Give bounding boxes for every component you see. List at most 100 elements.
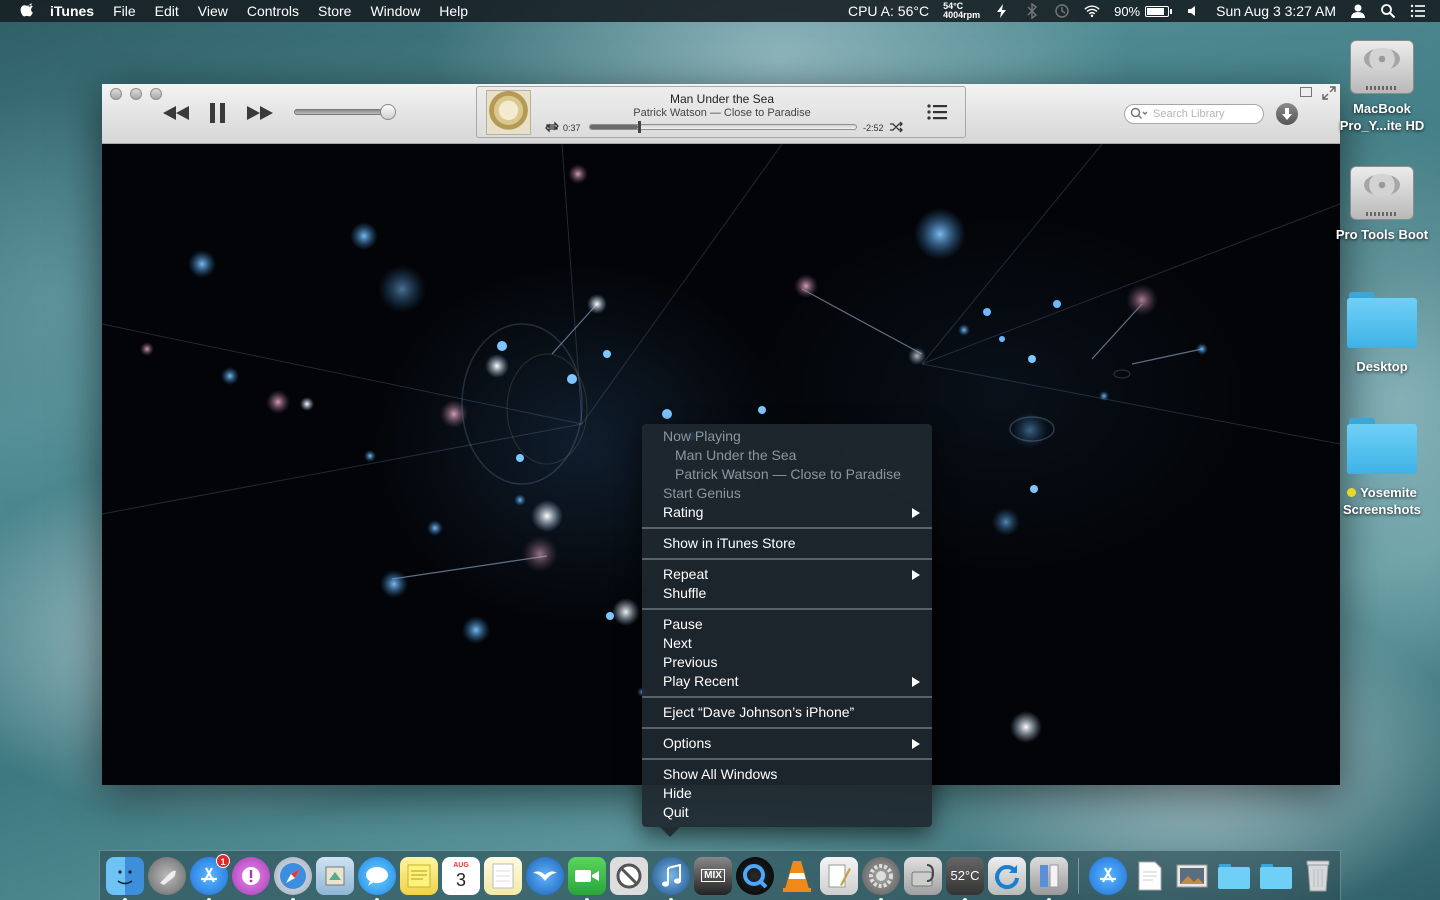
shuffle-icon[interactable] (889, 121, 905, 133)
miniplayer-button[interactable] (1300, 87, 1312, 97)
folder-icon (1347, 292, 1417, 348)
downloads-button[interactable] (1276, 103, 1298, 125)
menu-options[interactable]: Options (642, 734, 932, 753)
desktop-drive-macbook[interactable]: MacBook Pro_Y...ite HD (1332, 32, 1432, 134)
dock-script-editor[interactable] (820, 856, 858, 895)
dock-seagull-app[interactable] (526, 856, 564, 895)
volume-icon[interactable] (1186, 3, 1202, 19)
remaining-time[interactable]: -2:52 (863, 123, 884, 133)
volume-knob[interactable] (380, 104, 396, 120)
menu-play-recent[interactable]: Play Recent (642, 672, 932, 691)
pause-button[interactable] (204, 102, 232, 124)
menu-app-name[interactable]: iTunes (50, 0, 94, 22)
playback-progress[interactable] (589, 121, 857, 133)
dock-stickies[interactable] (400, 856, 438, 895)
dock-disk-utility[interactable] (904, 856, 942, 895)
bluetooth-icon[interactable] (1024, 3, 1040, 19)
fan-temp-readout[interactable]: 54°C 4004rpm (943, 2, 980, 20)
menu-next[interactable]: Next (642, 634, 932, 653)
zoom-button[interactable] (150, 88, 162, 100)
up-next-icon[interactable] (927, 103, 947, 121)
desktop-drive-protools[interactable]: Pro Tools Boot (1332, 158, 1432, 243)
menu-now-playing-song: Man Under the Sea (675, 447, 797, 463)
playhead[interactable] (637, 121, 641, 133)
menu-show-all-windows[interactable]: Show All Windows (642, 765, 932, 784)
time-machine-icon[interactable] (1054, 3, 1070, 19)
dock-messages[interactable] (358, 856, 396, 900)
dock-system-preferences[interactable] (862, 856, 900, 900)
menu-window[interactable]: Window (370, 0, 420, 22)
dock-temperature-widget[interactable]: 52°C (946, 856, 984, 900)
menu-rating[interactable]: Rating (642, 503, 932, 522)
volume-slider[interactable] (294, 104, 396, 120)
sticky-note-icon (407, 864, 431, 887)
dock-facetime[interactable] (568, 856, 606, 900)
transport-controls (162, 102, 288, 124)
notification-center-icon[interactable] (1410, 3, 1426, 19)
dock-trash[interactable] (1299, 857, 1337, 895)
download-arrow-icon (1282, 108, 1292, 120)
menu-separator (642, 527, 932, 529)
apple-menu-icon[interactable] (20, 3, 36, 19)
dock-finder[interactable] (106, 856, 144, 900)
clock[interactable]: Sun Aug 3 3:27 AM (1216, 3, 1336, 19)
cpu-temp-readout[interactable]: CPU A: 56°C (848, 3, 929, 19)
menu-repeat[interactable]: Repeat (642, 565, 932, 584)
battery-status[interactable]: 90% (1114, 4, 1173, 19)
previous-button[interactable] (162, 102, 190, 124)
menu-pointer (660, 827, 680, 837)
rocket-icon (160, 870, 176, 885)
dock-reload-app[interactable] (988, 856, 1026, 895)
menu-pause[interactable]: Pause (642, 615, 932, 634)
dock-launchpad[interactable] (148, 856, 186, 895)
close-button[interactable] (110, 88, 122, 100)
menu-hide[interactable]: Hide (642, 784, 932, 803)
dock-photos-stack[interactable] (1173, 857, 1211, 895)
dock-applications-stack[interactable] (1089, 856, 1127, 895)
next-button[interactable] (246, 102, 274, 124)
dock-app-store[interactable]: 1 (190, 853, 230, 900)
folder-icon (1347, 418, 1417, 474)
user-icon[interactable] (1350, 3, 1366, 19)
dock-split-view-app[interactable] (1030, 856, 1068, 900)
dock-mail[interactable] (316, 856, 354, 895)
menu-file[interactable]: File (113, 0, 136, 22)
dock-notes[interactable] (484, 856, 522, 895)
fast-forward-icon (247, 106, 273, 120)
menu-previous[interactable]: Previous (642, 653, 932, 672)
dock-quicktime[interactable] (736, 856, 774, 895)
repeat-icon[interactable] (545, 121, 559, 133)
dock-documents-stack[interactable] (1131, 857, 1169, 895)
wifi-icon[interactable] (1084, 3, 1100, 19)
bolt-icon[interactable] (994, 3, 1010, 19)
dock-downloads-stack[interactable] (1257, 857, 1295, 895)
album-artwork[interactable] (486, 90, 531, 135)
dock-folder-stack[interactable] (1215, 857, 1253, 895)
menu-edit[interactable]: Edit (155, 0, 179, 22)
battery-icon (1145, 5, 1170, 17)
mail-stamp-icon (325, 866, 345, 885)
dock-itunes[interactable] (652, 856, 690, 900)
spotlight-icon[interactable] (1380, 3, 1396, 19)
calendar-day: 3 (455, 870, 466, 890)
elapsed-time: 0:37 (563, 123, 581, 133)
dock-vlc[interactable] (778, 857, 816, 895)
menu-store[interactable]: Store (318, 0, 351, 22)
song-title[interactable]: Man Under the Sea (537, 92, 907, 106)
menu-quit[interactable]: Quit (642, 803, 932, 822)
dock-calendar[interactable]: AUG 3 (442, 856, 480, 895)
menu-controls[interactable]: Controls (247, 0, 299, 22)
minimize-button[interactable] (130, 88, 142, 100)
desktop-folder-desktop[interactable]: Desktop (1332, 292, 1432, 375)
desktop-folder-yosemite[interactable]: Yosemite Screenshots (1332, 418, 1432, 518)
artist-album[interactable]: Patrick Watson — Close to Paradise (537, 107, 907, 119)
menu-eject-iphone[interactable]: Eject “Dave Johnson’s iPhone” (642, 703, 932, 722)
dock-mixer-app[interactable]: MIX (694, 856, 732, 895)
menu-show-in-store[interactable]: Show in iTunes Store (642, 534, 932, 553)
dock-parental-controls[interactable] (610, 856, 648, 895)
menu-help[interactable]: Help (439, 0, 468, 22)
menu-view[interactable]: View (198, 0, 228, 22)
menu-shuffle[interactable]: Shuffle (642, 584, 932, 603)
dock-feedback[interactable] (232, 856, 270, 895)
dock-safari[interactable] (274, 856, 312, 900)
